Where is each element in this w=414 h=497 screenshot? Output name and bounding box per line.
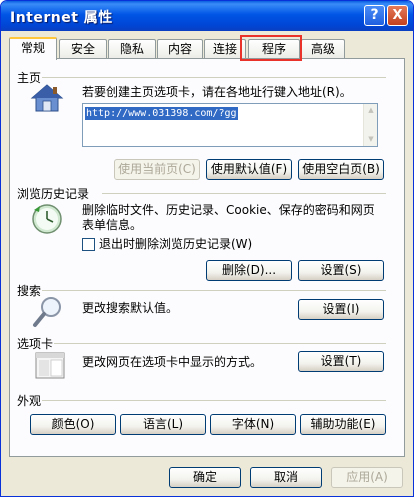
search-description: 更改搜索默认值。	[82, 301, 179, 315]
tab-security[interactable]: 安全	[59, 39, 107, 59]
close-button[interactable]: X	[387, 5, 408, 26]
use-blank-button[interactable]: 使用空白页(B)	[298, 159, 384, 180]
homepage-url-value: http://www.031398.com/?gg	[85, 107, 238, 120]
history-description-line2: 表单信息。	[82, 218, 143, 232]
history-description-line1: 删除临时文件、历史记录、Cookie、保存的密码和网页	[82, 203, 375, 217]
tab-programs-highlight	[240, 35, 302, 61]
help-button[interactable]: ?	[364, 5, 385, 26]
internet-properties-dialog: Internet 属性 ? X 常规 安全 隐私 内容 连接 程序 高级 主页 …	[0, 0, 414, 497]
accessibility-button[interactable]: 辅助功能(E)	[300, 414, 386, 435]
delete-on-exit-label[interactable]: 退出时删除浏览历史记录(W)	[99, 237, 252, 252]
cancel-button[interactable]: 取消	[250, 467, 322, 488]
tabs-settings-button[interactable]: 设置(T)	[298, 351, 384, 372]
help-icon: ?	[370, 7, 379, 23]
tab-advanced[interactable]: 高级	[301, 39, 345, 59]
ok-button[interactable]: 确定	[169, 467, 241, 488]
homepage-divider	[42, 77, 386, 78]
search-divider	[42, 290, 386, 291]
history-settings-button[interactable]: 设置(S)	[298, 260, 384, 281]
history-clock-icon	[30, 201, 64, 238]
magnifier-icon	[32, 295, 64, 332]
tabs-description: 更改网页在选项卡中显示的方式。	[82, 355, 263, 369]
house-icon	[30, 83, 64, 116]
scroll-up-icon[interactable]: ▲	[365, 104, 377, 116]
apply-button[interactable]: 应用(A)	[331, 467, 403, 488]
close-icon: X	[392, 8, 403, 23]
tabs-divider	[54, 343, 386, 344]
use-current-button[interactable]: 使用当前页(C)	[114, 159, 200, 180]
window-title: Internet 属性	[10, 10, 113, 26]
scroll-down-icon[interactable]: ▼	[365, 133, 377, 145]
tab-privacy[interactable]: 隐私	[108, 39, 156, 59]
title-bar[interactable]: Internet 属性 ? X	[1, 1, 413, 31]
homepage-instruction: 若要创建主页选项卡，请在各地址行键入地址(R)。	[82, 85, 352, 99]
search-settings-button[interactable]: 设置(I)	[298, 299, 384, 320]
history-divider	[102, 193, 386, 194]
history-section-label: 浏览历史记录	[17, 187, 90, 201]
colors-button[interactable]: 颜色(O)	[30, 414, 116, 435]
url-scrollbar[interactable]: ▲ ▼	[363, 104, 377, 146]
homepage-url-textarea[interactable]: http://www.031398.com/?gg ▲ ▼	[82, 103, 378, 147]
languages-button[interactable]: 语言(L)	[120, 414, 206, 435]
fonts-button[interactable]: 字体(N)	[210, 414, 296, 435]
tabbed-window-icon	[34, 349, 66, 384]
delete-on-exit-checkbox[interactable]	[82, 238, 95, 251]
appearance-divider	[42, 400, 386, 401]
delete-history-button[interactable]: 删除(D)...	[206, 260, 292, 281]
tab-general[interactable]: 常规	[9, 37, 57, 60]
tab-content[interactable]: 内容	[157, 39, 203, 59]
general-tab-panel: 主页 若要创建主页选项卡，请在各地址行键入地址(R)。 http://www.0…	[9, 58, 405, 457]
tab-strip: 常规 安全 隐私 内容 连接 程序 高级	[9, 37, 405, 60]
appearance-section-label: 外观	[17, 394, 42, 408]
use-default-button[interactable]: 使用默认值(F)	[206, 159, 292, 180]
